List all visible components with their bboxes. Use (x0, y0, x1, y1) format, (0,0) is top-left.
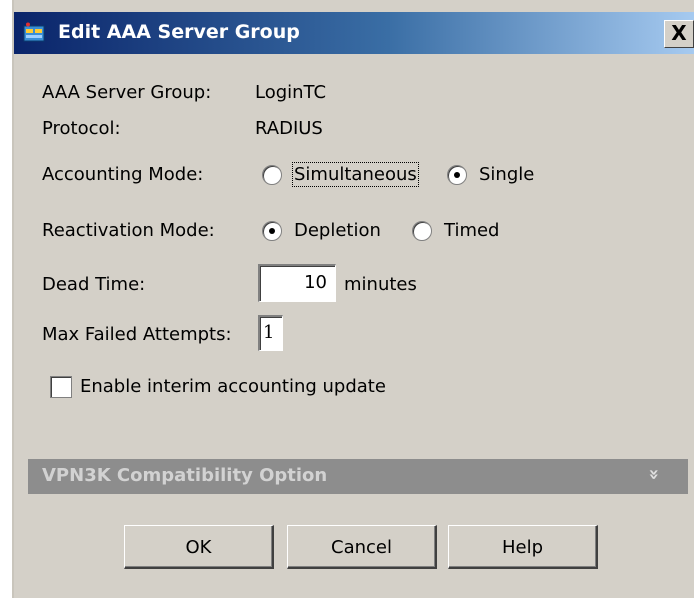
server-group-icon (23, 22, 45, 42)
server-group-value: LoginTC (255, 82, 327, 103)
help-button[interactable]: Help (448, 525, 598, 569)
radio-single[interactable] (447, 165, 467, 185)
window-left-edge (0, 0, 12, 598)
cancel-button[interactable]: Cancel (287, 525, 437, 569)
max-failed-input[interactable]: 1 (258, 315, 283, 351)
radio-depletion[interactable] (262, 221, 282, 241)
protocol-label: Protocol: (42, 118, 121, 139)
radio-timed[interactable] (412, 221, 432, 241)
radio-depletion-label[interactable]: Depletion (294, 220, 381, 241)
window-border (12, 0, 14, 598)
radio-selected-dot (454, 172, 460, 178)
close-icon: X (671, 21, 687, 45)
close-button[interactable]: X (664, 20, 694, 48)
reactivation-mode-label: Reactivation Mode: (42, 220, 215, 241)
dead-time-input[interactable]: 10 (258, 264, 336, 302)
max-failed-label: Max Failed Attempts: (42, 324, 232, 345)
radio-single-label[interactable]: Single (479, 164, 534, 185)
title-bar[interactable]: Edit AAA Server Group X (14, 12, 694, 54)
accounting-mode-label: Accounting Mode: (42, 164, 204, 185)
radio-timed-label[interactable]: Timed (444, 220, 499, 241)
ok-button[interactable]: OK (124, 525, 274, 569)
chevron-down-icon[interactable]: » (644, 469, 665, 481)
vpn3k-section-header[interactable]: VPN3K Compatibility Option » (28, 459, 688, 494)
server-group-label: AAA Server Group: (42, 82, 212, 103)
radio-simultaneous[interactable] (262, 165, 282, 185)
window-title: Edit AAA Server Group (58, 21, 300, 43)
dead-time-unit: minutes (344, 274, 417, 295)
interim-accounting-checkbox[interactable] (50, 376, 72, 398)
radio-simultaneous-label[interactable]: Simultaneous (292, 162, 419, 187)
dead-time-label: Dead Time: (42, 274, 146, 295)
protocol-value: RADIUS (255, 118, 323, 139)
radio-selected-dot (269, 228, 275, 234)
interim-accounting-label[interactable]: Enable interim accounting update (80, 376, 386, 397)
vpn3k-section-title: VPN3K Compatibility Option (42, 465, 328, 486)
